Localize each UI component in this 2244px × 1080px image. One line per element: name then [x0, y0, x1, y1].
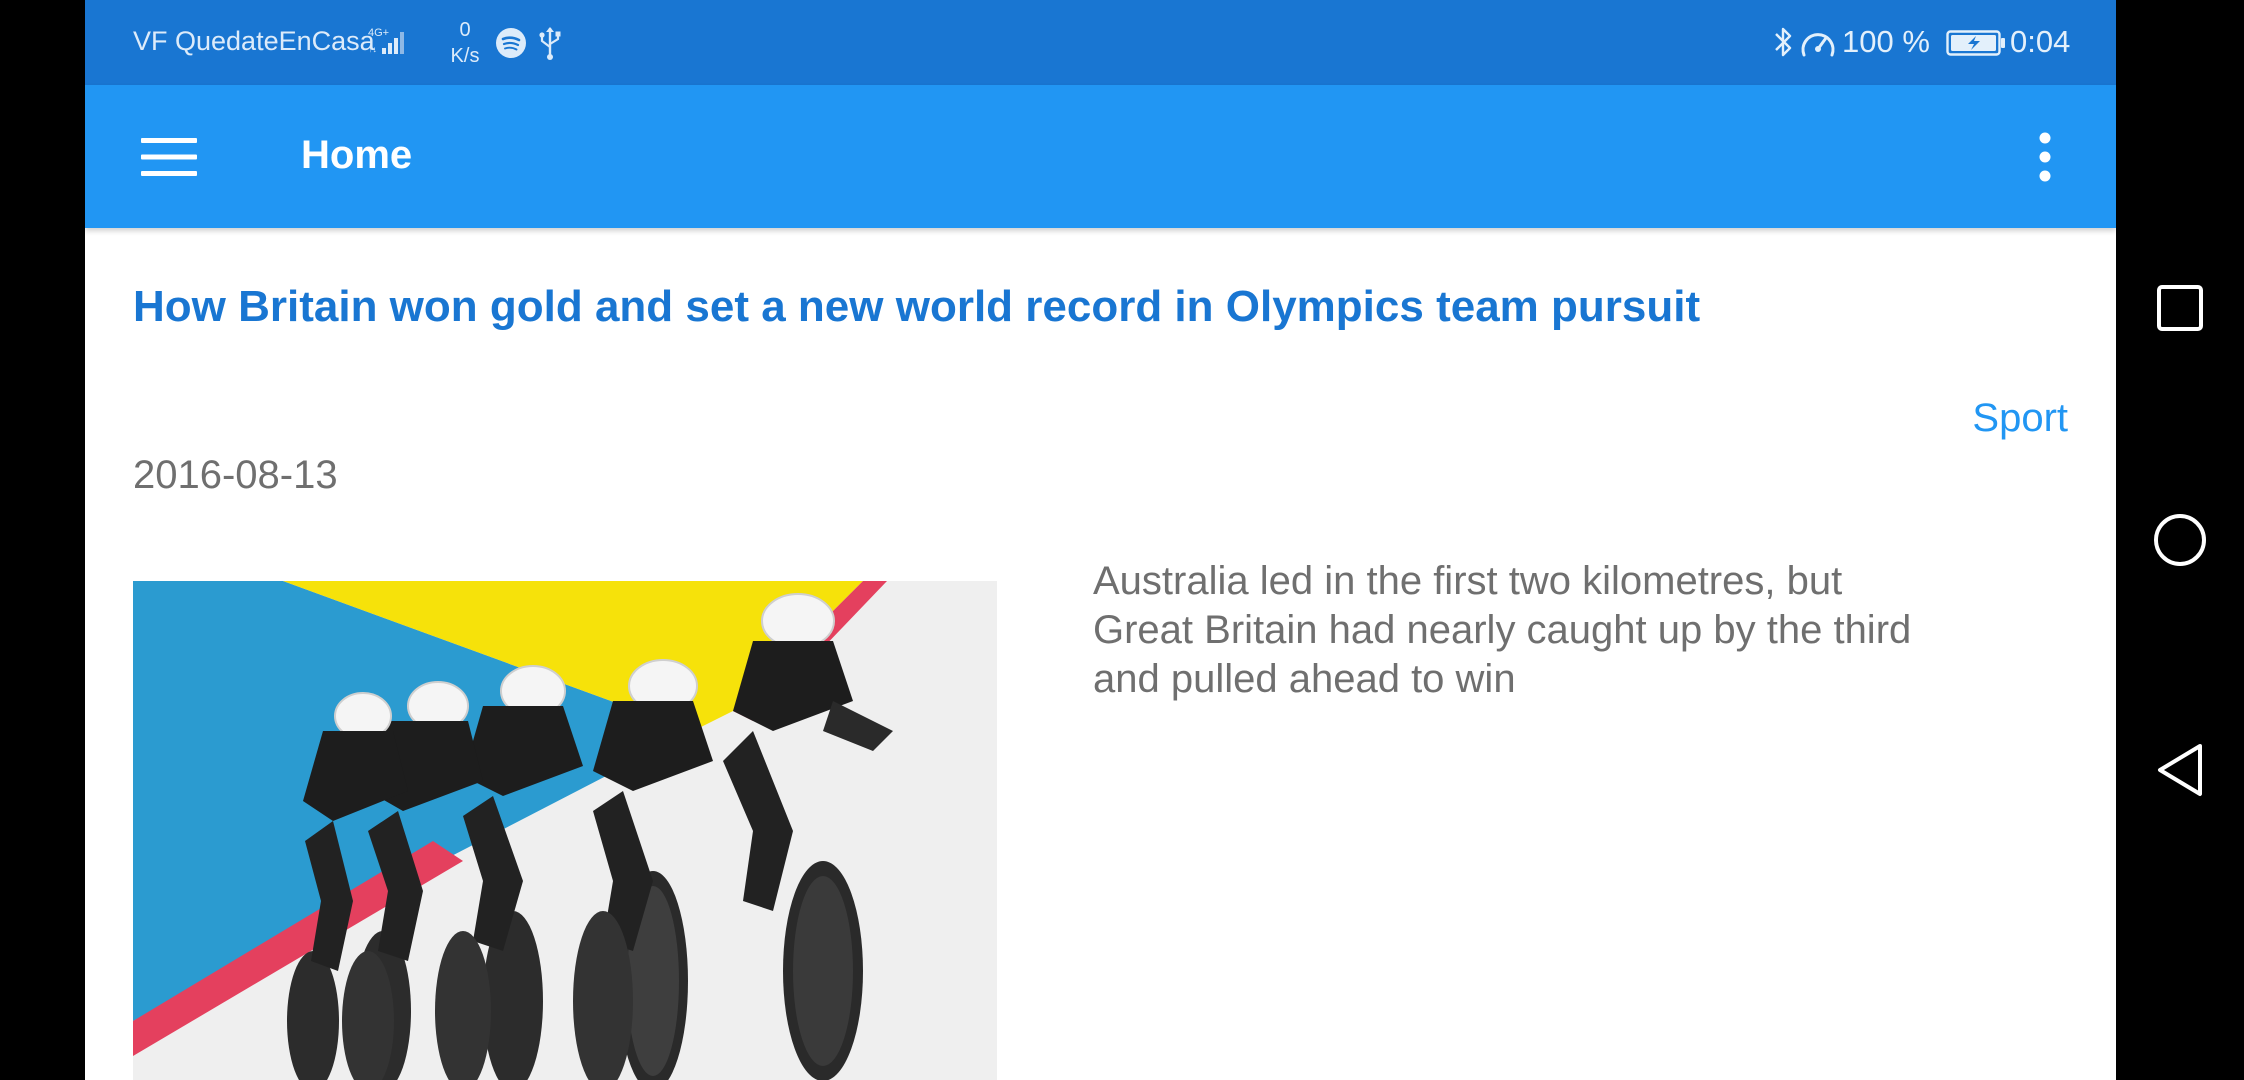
- article-image[interactable]: [133, 581, 997, 1080]
- svg-text:↑↓: ↑↓: [368, 44, 377, 54]
- hamburger-menu-button[interactable]: [137, 125, 201, 189]
- clock: 0:04: [2010, 24, 2071, 59]
- article-title[interactable]: How Britain won gold and set a new world…: [133, 282, 2033, 332]
- back-button[interactable]: [2148, 738, 2212, 802]
- article-category[interactable]: Sport: [1972, 396, 2068, 441]
- navigation-bar: [2116, 0, 2244, 1080]
- article-date: 2016-08-13: [133, 453, 338, 497]
- back-triangle-icon: [2158, 744, 2202, 796]
- bluetooth-icon: [1775, 27, 1792, 57]
- overflow-menu-button[interactable]: [2021, 125, 2069, 189]
- signal-icon: 4G+ ↑↓: [368, 27, 404, 54]
- spotify-icon: [496, 28, 526, 58]
- battery-charging-icon: [1946, 30, 2005, 56]
- home-button[interactable]: [2148, 508, 2212, 572]
- svg-text:4G+: 4G+: [368, 27, 389, 39]
- data-speed-indicator: 0 K/s: [441, 17, 489, 69]
- battery-percent: 100 %: [1842, 24, 1930, 59]
- cyclists-team-pursuit-image: [133, 581, 997, 1080]
- speed-gauge-icon: [1801, 33, 1835, 57]
- more-vertical-icon: [2039, 132, 2051, 182]
- carrier-name: VF QuedateEnCasa: [133, 26, 375, 56]
- recents-square-icon: [2157, 285, 2203, 331]
- app-bar: Home: [85, 85, 2116, 228]
- home-circle-icon: [2154, 514, 2206, 566]
- status-bar: VF QuedateEnCasa 4G+ ↑↓ 0 K/s 100 % 0:04: [85, 0, 2116, 85]
- data-speed-unit: K/s: [450, 45, 480, 67]
- page-title: Home: [301, 133, 413, 177]
- app-screen: VF QuedateEnCasa 4G+ ↑↓ 0 K/s 100 % 0:04…: [85, 0, 2116, 1080]
- recents-button[interactable]: [2148, 276, 2212, 340]
- usb-icon: [539, 27, 561, 60]
- data-speed-value: 0: [459, 19, 471, 41]
- article-summary: Australia led in the first two kilometre…: [1093, 559, 1912, 701]
- hamburger-menu-icon: [141, 138, 197, 176]
